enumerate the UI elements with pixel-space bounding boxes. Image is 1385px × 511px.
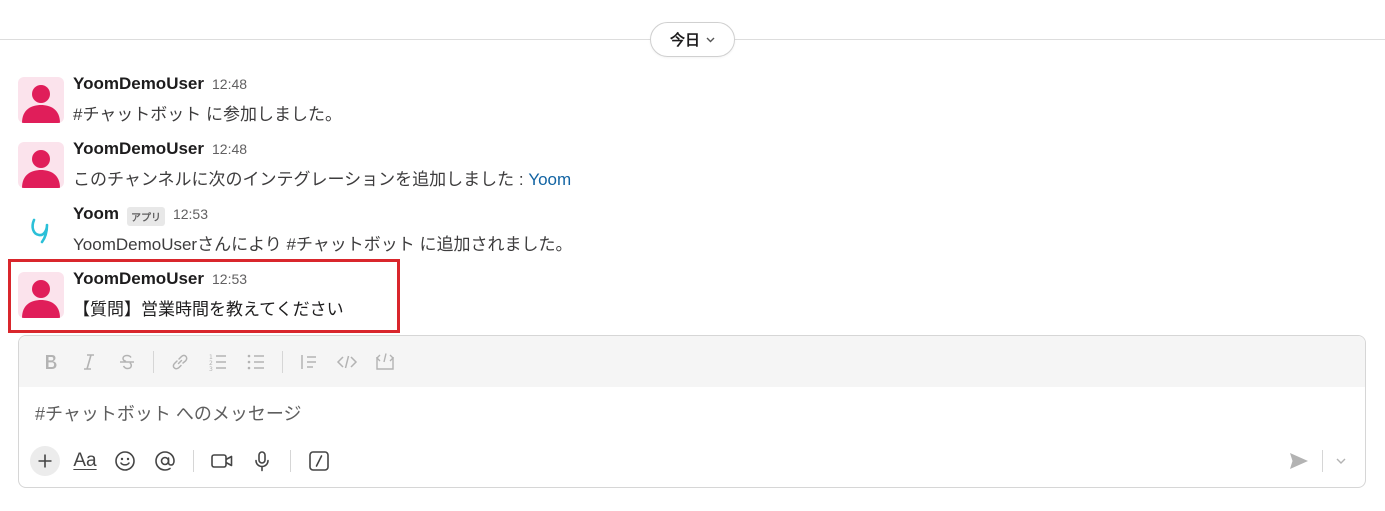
slash-command-icon[interactable]	[301, 445, 337, 477]
format-toolbar: 123	[19, 336, 1365, 387]
user-avatar[interactable]	[18, 142, 64, 188]
toolbar-divider	[282, 350, 283, 373]
chevron-down-icon	[706, 35, 715, 46]
message-item: YoomDemoUser 12:48 このチャンネルに次のインテグレーションを追…	[0, 139, 1385, 203]
mention-icon[interactable]	[147, 445, 183, 477]
strikethrough-icon[interactable]	[109, 344, 145, 380]
emoji-icon[interactable]	[107, 445, 143, 477]
message-text-body: このチャンネルに次のインテグレーションを追加しました :	[73, 170, 529, 189]
jump-to-date-button[interactable]: 今日	[650, 22, 735, 57]
message-author[interactable]: YoomDemoUser	[73, 139, 204, 159]
send-controls	[1284, 447, 1351, 475]
message-composer: 123 #チャットボット へのメッセージ Aa	[18, 335, 1366, 488]
message-author[interactable]: Yoom	[73, 204, 119, 224]
message-text: #チャットボット に参加しました。	[73, 105, 343, 124]
message-input[interactable]: #チャットボット へのメッセージ	[35, 400, 301, 426]
video-icon[interactable]	[204, 445, 240, 477]
bold-icon[interactable]	[33, 344, 69, 380]
italic-icon[interactable]	[71, 344, 107, 380]
toolbar-divider	[193, 450, 194, 472]
day-label: 今日	[669, 32, 700, 49]
code-icon[interactable]	[329, 344, 365, 380]
highlight-annotation-box	[8, 259, 400, 333]
message-timestamp[interactable]: 12:48	[212, 141, 247, 157]
user-avatar[interactable]	[18, 77, 64, 123]
chevron-down-icon[interactable]	[1331, 447, 1351, 475]
send-icon[interactable]	[1284, 447, 1314, 475]
composer-bottom-toolbar: Aa	[27, 445, 337, 477]
ordered-list-icon[interactable]: 123	[200, 344, 236, 380]
integration-link[interactable]: Yoom	[528, 170, 571, 189]
toolbar-divider	[290, 450, 291, 472]
yoom-logo-icon[interactable]	[18, 207, 64, 253]
bulleted-list-icon[interactable]	[238, 344, 274, 380]
message-author[interactable]: YoomDemoUser	[73, 74, 204, 94]
message-timestamp[interactable]: 12:48	[212, 76, 247, 92]
svg-text:3: 3	[209, 366, 213, 372]
code-block-icon[interactable]	[367, 344, 403, 380]
message-item: YoomDemoUser 12:48 #チャットボット に参加しました。	[0, 74, 1385, 138]
link-icon[interactable]	[162, 344, 198, 380]
message-timestamp[interactable]: 12:53	[173, 206, 208, 222]
day-divider: 今日	[0, 0, 1385, 60]
blockquote-icon[interactable]	[291, 344, 327, 380]
microphone-icon[interactable]	[244, 445, 280, 477]
toolbar-divider	[153, 350, 154, 373]
message-text: YoomDemoUserさんにより #チャットボット に追加されました。	[73, 235, 573, 254]
message-text: このチャンネルに次のインテグレーションを追加しました : Yoom	[73, 165, 571, 190]
text-format-button[interactable]: Aa	[67, 445, 103, 477]
plus-icon[interactable]	[30, 446, 60, 476]
send-divider	[1322, 450, 1323, 472]
text-format-label: Aa	[73, 450, 97, 471]
app-badge: アプリ	[126, 206, 165, 226]
